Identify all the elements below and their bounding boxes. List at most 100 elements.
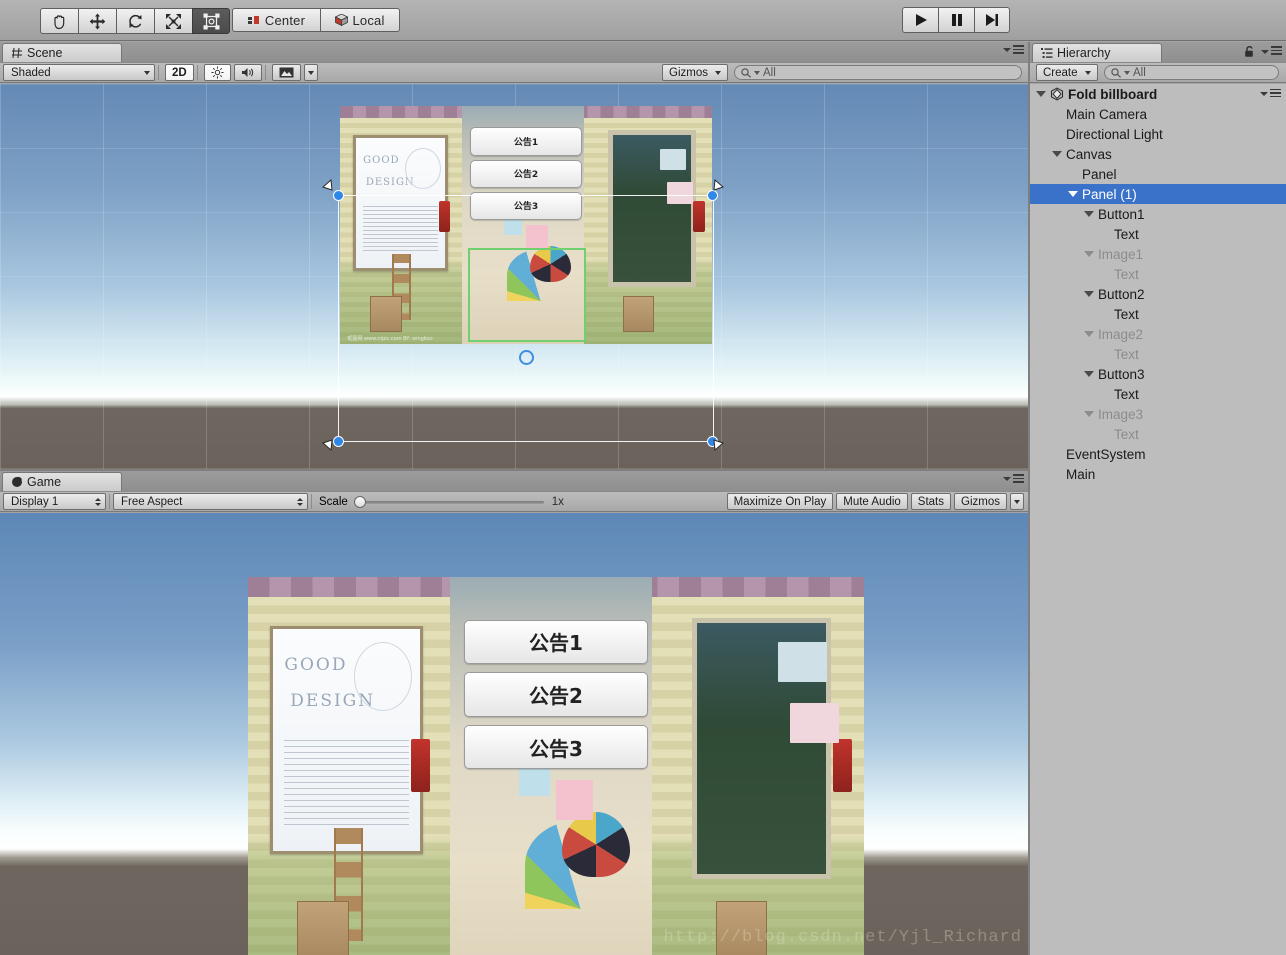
hierarchy-search-input[interactable]: All xyxy=(1104,65,1279,80)
scene-panel-menu[interactable] xyxy=(1003,45,1024,56)
scene-lighting-toggle[interactable] xyxy=(203,64,231,81)
hierarchy-item-main-camera[interactable]: Main Camera xyxy=(1030,104,1286,124)
scene-viewport[interactable]: GOOD DESIGN 昵图网 www.nipic.com BY: wingko… xyxy=(0,84,1028,470)
hierarchy-item-panel-1[interactable]: Panel (1) xyxy=(1030,184,1286,204)
pause-button[interactable] xyxy=(938,7,974,33)
scene-effects-toggle[interactable] xyxy=(271,64,301,81)
hierarchy-item-fold-billboard[interactable]: Fold billboard xyxy=(1030,84,1286,104)
hierarchy-item-image2[interactable]: Image2 xyxy=(1030,324,1286,344)
hierarchy-item-text[interactable]: Text xyxy=(1030,424,1286,444)
foldout-arrow-icon[interactable] xyxy=(1084,251,1094,257)
chevron-down-icon xyxy=(307,70,314,75)
game-viewport[interactable]: GOOD DESIGN 昵图网 www.nipic.com BY: wingko… xyxy=(0,513,1028,955)
create-button[interactable]: Create xyxy=(1036,64,1098,81)
gizmo-rotate-bottom-left[interactable] xyxy=(320,434,338,452)
hierarchy-item-image3[interactable]: Image3 xyxy=(1030,404,1286,424)
scene-notice-button-1[interactable]: 公告1 xyxy=(470,127,582,156)
hierarchy-tree[interactable]: Fold billboard Main Camera Directional Lig… xyxy=(1030,84,1286,955)
hierarchy-item-directional-light[interactable]: Directional Light xyxy=(1030,124,1286,144)
hierarchy-item-label: Button2 xyxy=(1098,286,1145,302)
scene-search-input[interactable]: All xyxy=(734,65,1022,80)
hierarchy-item-text[interactable]: Text xyxy=(1030,264,1286,284)
step-button[interactable] xyxy=(974,7,1010,33)
pivot-rotation-button[interactable]: Local xyxy=(320,8,400,32)
tab-scene[interactable]: Scene xyxy=(2,43,122,62)
hierarchy-item-button2[interactable]: Button2 xyxy=(1030,284,1286,304)
pivot-mode-button[interactable]: Center xyxy=(232,8,320,32)
foldout-arrow-icon[interactable] xyxy=(1084,211,1094,217)
hierarchy-item-panel[interactable]: Panel xyxy=(1030,164,1286,184)
scale-value: 1x xyxy=(551,495,564,508)
hierarchy-item-label: Image2 xyxy=(1098,326,1144,342)
scene-effects-dropdown[interactable] xyxy=(303,64,318,81)
pause-icon xyxy=(951,14,962,26)
scene-notice-button-2[interactable]: 公告2 xyxy=(470,159,582,189)
step-icon xyxy=(986,14,998,26)
hierarchy-panel-menu[interactable] xyxy=(1244,45,1282,58)
gizmo-pivot-handle[interactable] xyxy=(519,350,534,365)
hierarchy-item-main[interactable]: Main xyxy=(1030,464,1286,484)
gizmo-rotate-top-right[interactable] xyxy=(708,178,726,196)
gizmo-rotate-top-left[interactable] xyxy=(320,178,338,196)
stats-toggle[interactable]: Stats xyxy=(910,493,952,510)
gizmo-rect xyxy=(338,195,714,442)
panel-divider-horizontal[interactable] xyxy=(0,469,1028,471)
move-tool[interactable] xyxy=(78,8,116,34)
hierarchy-item-text[interactable]: Text xyxy=(1030,224,1286,244)
hierarchy-item-text[interactable]: Text xyxy=(1030,304,1286,324)
display-dropdown[interactable]: Display 1 xyxy=(3,493,106,510)
hierarchy-item-button3[interactable]: Button3 xyxy=(1030,364,1286,384)
gizmo-rotate-bottom-right[interactable] xyxy=(708,434,726,452)
hand-tool[interactable] xyxy=(40,8,78,34)
foldout-arrow-icon[interactable] xyxy=(1036,91,1046,97)
hierarchy-item-button1[interactable]: Button1 xyxy=(1030,204,1286,224)
tab-hierarchy[interactable]: Hierarchy xyxy=(1032,43,1162,62)
aspect-dropdown[interactable]: Free Aspect xyxy=(113,493,308,510)
shading-mode-dropdown[interactable]: Shaded xyxy=(3,64,155,81)
game-gizmos-button[interactable]: Gizmos xyxy=(954,493,1007,510)
game-panel-menu[interactable] xyxy=(1003,474,1024,485)
hierarchy-item-text[interactable]: Text xyxy=(1030,344,1286,364)
scale-tool[interactable] xyxy=(154,8,192,34)
hierarchy-item-eventsystem[interactable]: EventSystem xyxy=(1030,444,1286,464)
main-toolbar: Center Local xyxy=(0,0,1286,41)
hierarchy-item-label: Text xyxy=(1114,306,1139,322)
sun-icon xyxy=(211,66,224,79)
hierarchy-item-text[interactable]: Text xyxy=(1030,384,1286,404)
game-notice-button-1[interactable]: 公告1 xyxy=(463,619,649,665)
button-label: 公告2 xyxy=(529,683,583,708)
scene-audio-toggle[interactable] xyxy=(233,64,262,81)
foldout-arrow-icon[interactable] xyxy=(1084,371,1094,377)
foldout-arrow-icon[interactable] xyxy=(1068,191,1078,197)
foldout-arrow-icon[interactable] xyxy=(1052,151,1062,157)
play-button[interactable] xyxy=(902,7,938,33)
menu-icon xyxy=(1271,46,1282,57)
button-label: 公告1 xyxy=(529,631,583,656)
tab-game[interactable]: Game xyxy=(2,472,122,491)
lock-icon[interactable] xyxy=(1244,45,1255,58)
billboard-note-right-2 xyxy=(790,702,840,744)
maximize-on-play-toggle[interactable]: Maximize On Play xyxy=(726,493,834,510)
scale-slider-thumb[interactable] xyxy=(353,495,366,508)
game-notice-button-3[interactable]: 公告3 xyxy=(463,724,649,770)
center-icon xyxy=(247,15,259,24)
hierarchy-item-label: Button3 xyxy=(1098,366,1145,382)
scene-context-menu[interactable] xyxy=(1260,88,1286,100)
foldout-arrow-icon[interactable] xyxy=(1084,411,1094,417)
game-notice-button-2[interactable]: 公告2 xyxy=(463,672,649,717)
scale-label: Scale xyxy=(319,495,348,508)
rect-tool[interactable] xyxy=(192,8,230,34)
toggle-2d-button[interactable]: 2D xyxy=(165,64,194,81)
scene-gizmos-dropdown[interactable]: Gizmos xyxy=(662,64,728,81)
hierarchy-item-canvas[interactable]: Canvas xyxy=(1030,144,1286,164)
mute-audio-toggle[interactable]: Mute Audio xyxy=(836,493,908,510)
game-gizmos-dropdown[interactable] xyxy=(1010,493,1024,510)
foldout-arrow-icon[interactable] xyxy=(1084,291,1094,297)
billboard-box-left xyxy=(297,901,349,955)
scale-slider[interactable] xyxy=(353,495,544,509)
hierarchy-item-image1[interactable]: Image1 xyxy=(1030,244,1286,264)
rotate-tool[interactable] xyxy=(116,8,154,34)
foldout-arrow-icon[interactable] xyxy=(1084,331,1094,337)
panel-divider-vertical[interactable] xyxy=(1028,42,1030,955)
hierarchy-item-label: Panel (1) xyxy=(1082,186,1137,202)
